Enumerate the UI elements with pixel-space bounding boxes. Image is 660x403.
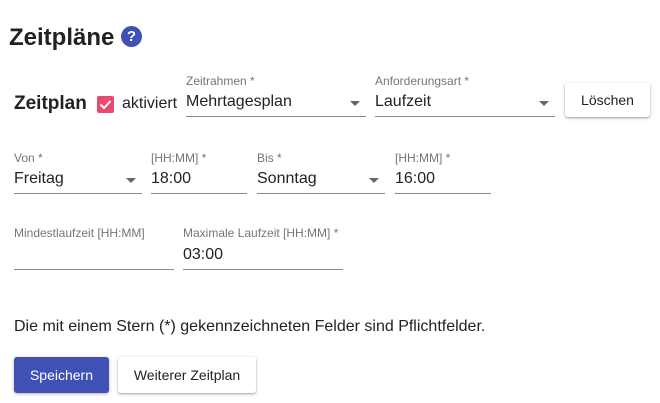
timeframe-label: Zeitrahmen * [186, 74, 255, 88]
min-runtime-input[interactable] [14, 243, 174, 270]
timeframe-select[interactable]: Mehrtagesplan [186, 90, 366, 117]
to-day-select[interactable]: Sonntag [257, 167, 385, 194]
from-time-label: [HH:MM] * [151, 151, 207, 165]
to-day-label: Bis * [257, 151, 282, 165]
to-time-value: 16:00 [395, 170, 436, 187]
checkmark-icon [99, 100, 112, 110]
chevron-down-icon [350, 101, 360, 106]
save-button[interactable]: Speichern [14, 357, 109, 393]
from-time-input[interactable]: 18:00 [151, 167, 247, 194]
timeframe-value: Mehrtagesplan [186, 93, 292, 110]
from-day-value: Freitag [14, 170, 64, 187]
max-runtime-input[interactable]: 03:00 [183, 243, 343, 270]
chevron-down-icon [539, 101, 549, 106]
enabled-checkbox[interactable] [97, 96, 114, 113]
min-runtime-label: Mindestlaufzeit [HH:MM] [14, 226, 145, 240]
from-day-label: Von * [14, 151, 43, 165]
help-icon[interactable]: ? [121, 26, 142, 47]
to-time-label: [HH:MM] * [395, 151, 451, 165]
page-title: Zeitpläne [9, 24, 115, 51]
from-day-select[interactable]: Freitag [14, 167, 142, 194]
add-schedule-button[interactable]: Weiterer Zeitplan [118, 357, 256, 393]
schedule-title: Zeitplan [14, 93, 87, 114]
request-type-value: Laufzeit [375, 93, 432, 110]
request-type-select[interactable]: Laufzeit [375, 90, 555, 117]
enabled-label: aktiviert [122, 95, 178, 112]
request-type-label: Anforderungsart * [375, 74, 470, 88]
chevron-down-icon [126, 178, 136, 183]
max-runtime-label: Maximale Laufzeit [HH:MM] * [183, 226, 339, 240]
max-runtime-value: 03:00 [183, 246, 224, 263]
to-day-value: Sonntag [257, 170, 317, 187]
from-time-value: 18:00 [151, 170, 192, 187]
required-fields-hint: Die mit einem Stern (*) gekennzeichneten… [14, 318, 486, 335]
to-time-input[interactable]: 16:00 [395, 167, 491, 194]
delete-button[interactable]: Löschen [565, 83, 650, 117]
chevron-down-icon [369, 178, 379, 183]
